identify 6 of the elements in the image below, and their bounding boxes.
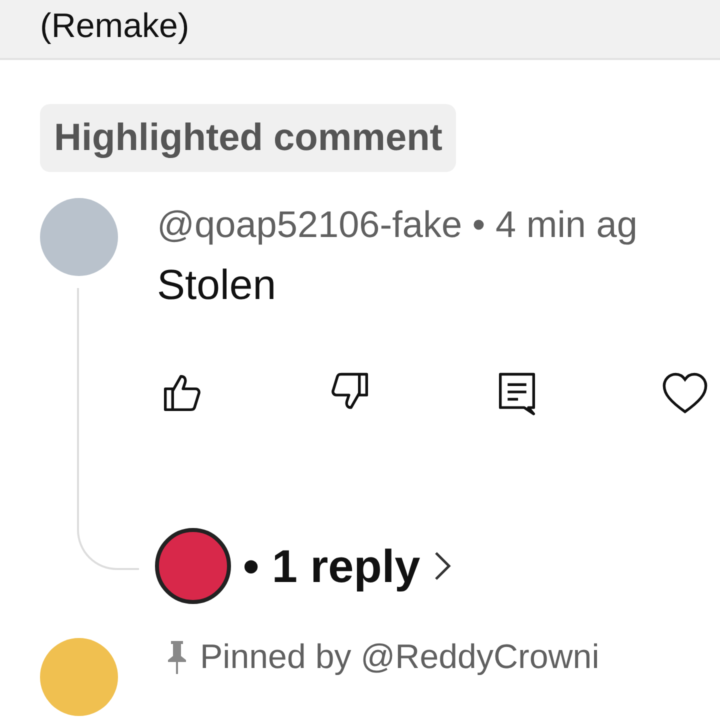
pinned-label: Pinned by @ReddyCrowni — [200, 638, 600, 676]
replies-button[interactable]: • 1 reply — [155, 528, 454, 604]
comment-meta: @qoap52106-fake • 4 min ag — [157, 204, 638, 246]
highlighted-comment-label: Highlighted comment — [40, 104, 456, 172]
comment-text: Stolen — [157, 260, 278, 310]
video-title: (Remake) — [40, 8, 190, 44]
